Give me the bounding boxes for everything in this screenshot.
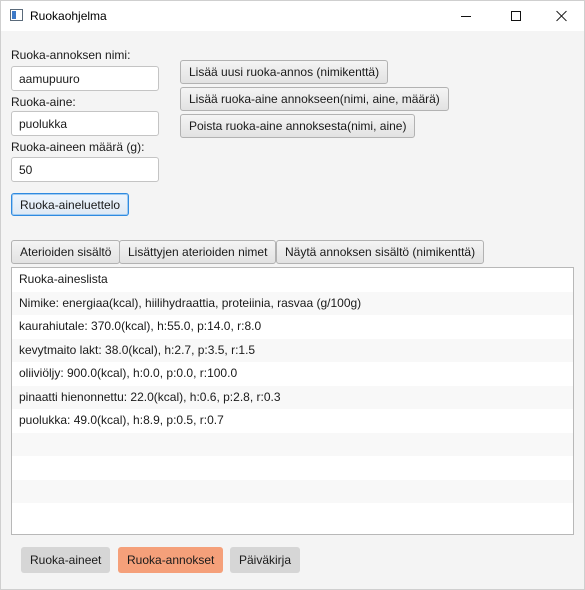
maximize-button[interactable]: [493, 1, 539, 31]
close-button[interactable]: [539, 1, 585, 31]
remove-ingredient-button[interactable]: Poista ruoka-aine annoksesta(nimi, aine): [180, 114, 416, 138]
list-item[interactable]: Ruoka-aineslista: [12, 268, 573, 292]
portion-name-input[interactable]: [11, 66, 159, 91]
add-portion-button[interactable]: Lisää uusi ruoka-annos (nimikenttä): [180, 60, 389, 84]
list-item[interactable]: [12, 456, 573, 480]
show-portion-content-button[interactable]: Näytä annoksen sisältö (nimikenttä): [276, 240, 485, 264]
amount-label: Ruoka-aineen määrä (g):: [11, 140, 145, 154]
list-item[interactable]: [12, 479, 573, 503]
maximize-icon: [511, 11, 521, 21]
list-item[interactable]: Nimike: energiaa(kcal), hiilihydraattia,…: [12, 291, 573, 315]
ingredient-input[interactable]: [11, 111, 159, 136]
add-ingredient-button[interactable]: Lisää ruoka-aine annokseen(nimi, aine, m…: [180, 87, 449, 111]
added-meal-names-button[interactable]: Lisättyjen aterioiden nimet: [119, 240, 277, 264]
list-item[interactable]: kevytmaito lakt: 38.0(kcal), h:2.7, p:3.…: [12, 338, 573, 362]
ingredient-list-button[interactable]: Ruoka-aineluettelo: [11, 193, 130, 216]
minimize-button[interactable]: [443, 1, 489, 31]
list-item[interactable]: kaurahiutale: 370.0(kcal), h:55.0, p:14.…: [12, 315, 573, 339]
list-item[interactable]: [12, 432, 573, 456]
ingredient-label: Ruoka-aine:: [11, 95, 76, 109]
window-title: Ruokaohjelma: [30, 9, 107, 23]
app-icon: [10, 9, 23, 21]
app-window: Ruokaohjelma Ruoka-annoksen nimi: Ruoka-…: [0, 0, 585, 590]
ingredient-list-view[interactable]: Ruoka-aineslista Nimike: energiaa(kcal), …: [11, 267, 574, 535]
list-item[interactable]: puolukka: 49.0(kcal), h:8.9, p:0.5, r:0.…: [12, 409, 573, 433]
list-item[interactable]: pinaatti hienonnettu: 22.0(kcal), h:0.6,…: [12, 385, 573, 409]
list-item[interactable]: [12, 503, 573, 527]
meals-content-button[interactable]: Aterioiden sisältö: [11, 240, 121, 264]
title-bar: Ruokaohjelma: [1, 1, 584, 31]
list-item[interactable]: oliiviöljy: 900.0(kcal), h:0.0, p:0.0, r…: [12, 362, 573, 386]
minimize-icon: [461, 15, 471, 17]
nav-portions-button[interactable]: Ruoka-annokset: [118, 547, 224, 573]
close-icon: [556, 10, 568, 22]
nav-ingredients-button[interactable]: Ruoka-aineet: [21, 547, 111, 573]
nav-diary-button[interactable]: Päiväkirja: [230, 547, 301, 573]
portion-name-label: Ruoka-annoksen nimi:: [11, 48, 131, 62]
amount-input[interactable]: [11, 157, 159, 182]
